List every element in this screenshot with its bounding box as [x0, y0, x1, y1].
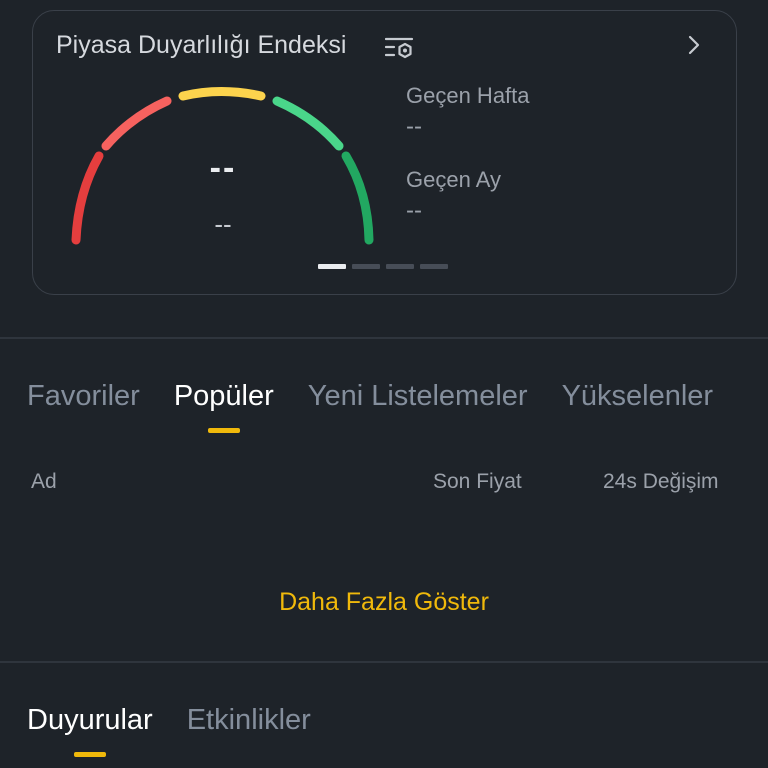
last-week-value: --	[406, 113, 422, 140]
show-more-button[interactable]: Daha Fazla Göster	[0, 588, 768, 617]
last-week-label: Geçen Hafta	[406, 83, 530, 108]
gauge-segment-extreme-fear	[71, 151, 104, 245]
pager-dot[interactable]	[386, 264, 414, 269]
tab-favorites[interactable]: Favoriler	[27, 380, 140, 413]
gauge-segment-fear	[101, 96, 172, 151]
news-tabs: Duyurular Etkinlikler	[27, 704, 345, 737]
pager-dot[interactable]	[420, 264, 448, 269]
tab-gainers[interactable]: Yükselenler	[562, 380, 714, 413]
section-divider	[0, 337, 768, 339]
column-header-last-price[interactable]: Son Fiyat	[433, 470, 522, 494]
tab-popular[interactable]: Popüler	[174, 380, 274, 413]
sentiment-index-card[interactable]: Piyasa Duyarlılığı Endeksi -- -- Geçen H…	[32, 10, 737, 295]
last-month-value: --	[406, 197, 422, 224]
last-month-label: Geçen Ay	[406, 167, 501, 192]
section-divider	[0, 661, 768, 663]
gauge-segment-greed	[272, 96, 344, 151]
sentiment-card-title: Piyasa Duyarlılığı Endeksi	[56, 31, 347, 59]
filter-settings-icon[interactable]	[385, 33, 415, 61]
gauge-segment-extreme-greed	[341, 151, 374, 245]
gauge-segment-neutral	[178, 87, 266, 101]
market-tabs: Favoriler Popüler Yeni Listelemeler Yüks…	[27, 380, 747, 413]
tab-new-listings[interactable]: Yeni Listelemeler	[308, 380, 528, 413]
pager-dot[interactable]	[352, 264, 380, 269]
column-header-24h-change[interactable]: 24s Değişim	[603, 470, 719, 494]
card-pager	[318, 264, 448, 269]
gauge-value: --	[209, 149, 237, 187]
gauge-sub-value: --	[214, 209, 232, 239]
chevron-right-icon[interactable]	[685, 33, 703, 57]
pager-dot[interactable]	[318, 264, 346, 269]
column-header-name[interactable]: Ad	[31, 470, 57, 494]
tab-events[interactable]: Etkinlikler	[187, 704, 311, 737]
tab-announcements[interactable]: Duyurular	[27, 704, 153, 737]
